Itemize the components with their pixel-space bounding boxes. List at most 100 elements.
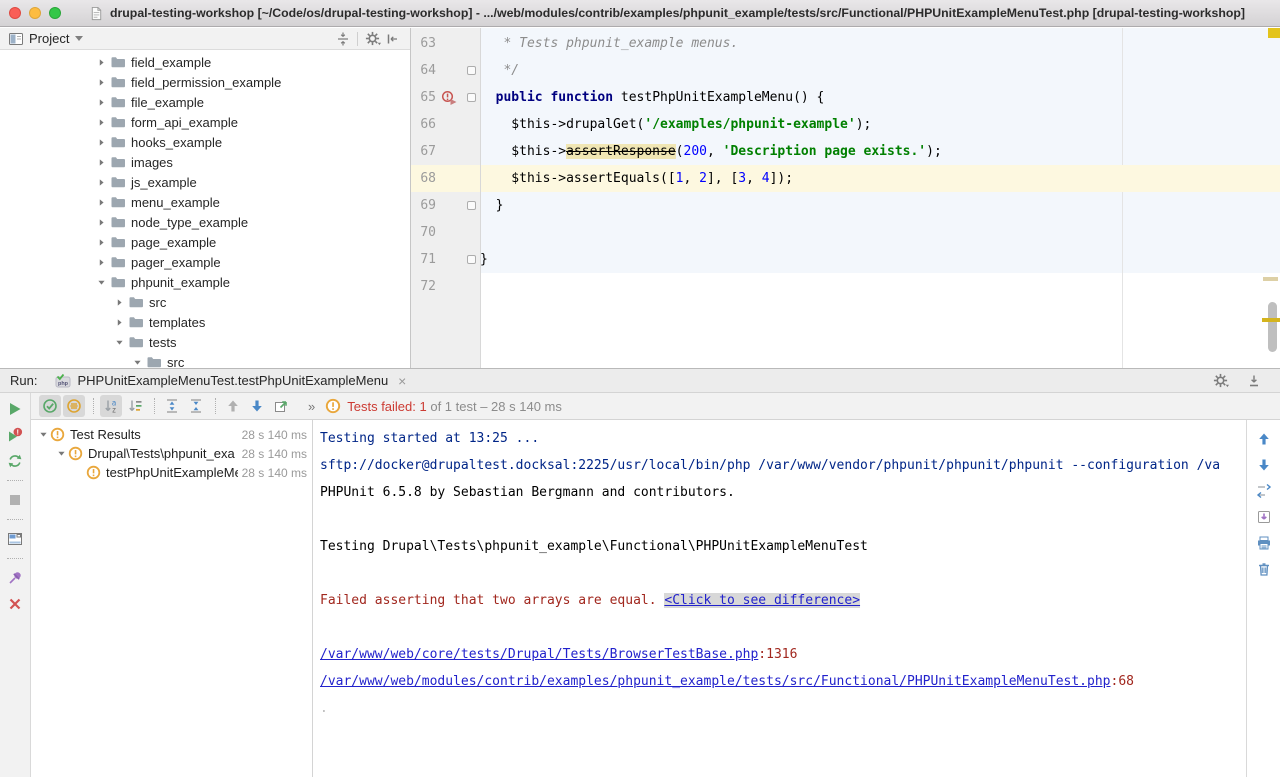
test-tree-row[interactable]: testPhpUnitExampleMe28 s 140 ms: [31, 463, 312, 482]
test-tree-row[interactable]: Test Results28 s 140 ms: [31, 425, 312, 444]
chevron-right-icon[interactable]: [95, 196, 107, 208]
diff-link[interactable]: <Click to see difference>: [664, 593, 860, 608]
chevron-right-icon[interactable]: [95, 116, 107, 128]
project-tree-item[interactable]: js_example: [0, 172, 410, 192]
chevron-right-icon[interactable]: [95, 256, 107, 268]
compare-results-icon[interactable]: [1255, 482, 1273, 500]
rerun-icon[interactable]: [5, 400, 25, 418]
code-text[interactable]: * Tests phpunit_example menus.: [480, 36, 1280, 51]
code-text[interactable]: $this->assertEquals([1, 2], [3, 4]);: [480, 171, 1280, 186]
failed-test-run-icon[interactable]: [436, 90, 462, 106]
chevron-right-icon[interactable]: [95, 96, 107, 108]
close-icon[interactable]: [5, 595, 25, 613]
code-text[interactable]: }: [480, 252, 1280, 267]
sort-by-duration-icon[interactable]: [124, 395, 146, 417]
project-tree-item[interactable]: images: [0, 152, 410, 172]
project-tree-item[interactable]: hooks_example: [0, 132, 410, 152]
editor-line[interactable]: 64 */: [411, 57, 1280, 84]
project-tree-item[interactable]: menu_example: [0, 192, 410, 212]
down-stacktrace-icon[interactable]: [1255, 456, 1273, 474]
show-ignored-icon[interactable]: [63, 395, 85, 417]
code-text[interactable]: public function testPhpUnitExampleMenu()…: [480, 90, 1280, 105]
more-actions-chevrons[interactable]: »: [308, 399, 315, 414]
zoom-window-icon[interactable]: [49, 7, 61, 19]
collapse-all-icon[interactable]: [185, 395, 207, 417]
chevron-down-icon[interactable]: [37, 429, 49, 440]
run-tab[interactable]: php PHPUnitExampleMenuTest.testPhpUnitEx…: [51, 369, 410, 392]
project-panel-title[interactable]: Project: [29, 31, 69, 46]
import-test-results-icon[interactable]: [1255, 508, 1273, 526]
project-tree-item[interactable]: src: [0, 292, 410, 312]
chevron-right-icon[interactable]: [95, 216, 107, 228]
editor-line[interactable]: 65 public function testPhpUnitExampleMen…: [411, 84, 1280, 111]
close-window-icon[interactable]: [9, 7, 21, 19]
gear-icon[interactable]: [362, 30, 382, 48]
run-tab-title[interactable]: PHPUnitExampleMenuTest.testPhpUnitExampl…: [77, 373, 388, 388]
project-tree-item[interactable]: src: [0, 352, 410, 368]
show-passed-icon[interactable]: [39, 395, 61, 417]
file-link[interactable]: /var/www/web/modules/contrib/examples/ph…: [320, 674, 1111, 689]
sort-alphabetically-icon[interactable]: az: [100, 395, 122, 417]
editor-line[interactable]: 70: [411, 219, 1280, 246]
test-tree-row[interactable]: Drupal\Tests\phpunit_exa28 s 140 ms: [31, 444, 312, 463]
project-tree-item[interactable]: phpunit_example: [0, 272, 410, 292]
export-test-results-icon[interactable]: [270, 395, 292, 417]
project-tree-item[interactable]: field_permission_example: [0, 72, 410, 92]
restore-layout-icon[interactable]: [5, 530, 25, 548]
chevron-down-icon[interactable]: [55, 448, 67, 459]
chevron-right-icon[interactable]: [95, 236, 107, 248]
chevron-right-icon[interactable]: [95, 156, 107, 168]
editor-line[interactable]: 72: [411, 273, 1280, 300]
minimize-window-icon[interactable]: [29, 7, 41, 19]
up-stacktrace-icon[interactable]: [1255, 430, 1273, 448]
project-tree-item[interactable]: field_example: [0, 52, 410, 72]
code-text[interactable]: */: [480, 63, 1280, 78]
close-tab-icon[interactable]: ×: [398, 373, 406, 389]
clear-all-icon[interactable]: [1255, 560, 1273, 578]
print-icon[interactable]: [1255, 534, 1273, 552]
editor-line[interactable]: 68 $this->assertEquals([1, 2], [3, 4]);: [411, 165, 1280, 192]
toggle-auto-test-icon[interactable]: [5, 452, 25, 470]
project-tree-item[interactable]: page_example: [0, 232, 410, 252]
project-tree-item[interactable]: templates: [0, 312, 410, 332]
project-tree-item[interactable]: node_type_example: [0, 212, 410, 232]
editor-scrollbar[interactable]: [1268, 302, 1277, 352]
editor-line[interactable]: 71}: [411, 246, 1280, 273]
editor-line[interactable]: 67 $this->assertResponse(200, 'Descripti…: [411, 138, 1280, 165]
chevron-right-icon[interactable]: [113, 316, 125, 328]
code-editor[interactable]: 63 * Tests phpunit_example menus.64 */65…: [411, 28, 1280, 368]
expand-all-icon[interactable]: [161, 395, 183, 417]
project-tree-item[interactable]: tests: [0, 332, 410, 352]
project-tree-item[interactable]: file_example: [0, 92, 410, 112]
chevron-down-icon[interactable]: [113, 336, 125, 348]
editor-line[interactable]: 63 * Tests phpunit_example menus.: [411, 30, 1280, 57]
run-settings-gear-icon[interactable]: [1210, 372, 1230, 390]
file-link[interactable]: /var/www/web/core/tests/Drupal/Tests/Bro…: [320, 647, 758, 662]
chevron-right-icon[interactable]: [95, 76, 107, 88]
file-status-indicator[interactable]: [1268, 28, 1280, 38]
fold-marker[interactable]: [462, 93, 480, 102]
next-failed-test-icon[interactable]: [246, 395, 268, 417]
chevron-down-icon[interactable]: [95, 276, 107, 288]
code-text[interactable]: }: [480, 198, 1280, 213]
code-text[interactable]: $this->drupalGet('/examples/phpunit-exam…: [480, 117, 1280, 132]
pin-tab-icon[interactable]: [5, 569, 25, 587]
rerun-failed-tests-icon[interactable]: !: [5, 426, 25, 444]
fold-marker[interactable]: [462, 66, 480, 75]
hide-panel-icon[interactable]: [382, 30, 402, 48]
chevron-down-icon[interactable]: [75, 36, 83, 41]
project-tree-item[interactable]: form_api_example: [0, 112, 410, 132]
editor-line[interactable]: 66 $this->drupalGet('/examples/phpunit-e…: [411, 111, 1280, 138]
fold-marker[interactable]: [462, 201, 480, 210]
chevron-right-icon[interactable]: [113, 296, 125, 308]
chevron-right-icon[interactable]: [95, 176, 107, 188]
fold-marker[interactable]: [462, 255, 480, 264]
console-output[interactable]: Testing started at 13:25 ...sftp://docke…: [313, 420, 1246, 777]
code-text[interactable]: $this->assertResponse(200, 'Description …: [480, 144, 1280, 159]
chevron-down-icon[interactable]: [131, 356, 143, 368]
select-opened-file-icon[interactable]: [333, 30, 353, 48]
editor-line[interactable]: 69 }: [411, 192, 1280, 219]
chevron-right-icon[interactable]: [95, 136, 107, 148]
project-tree-item[interactable]: pager_example: [0, 252, 410, 272]
minimize-panel-icon[interactable]: [1244, 372, 1264, 390]
